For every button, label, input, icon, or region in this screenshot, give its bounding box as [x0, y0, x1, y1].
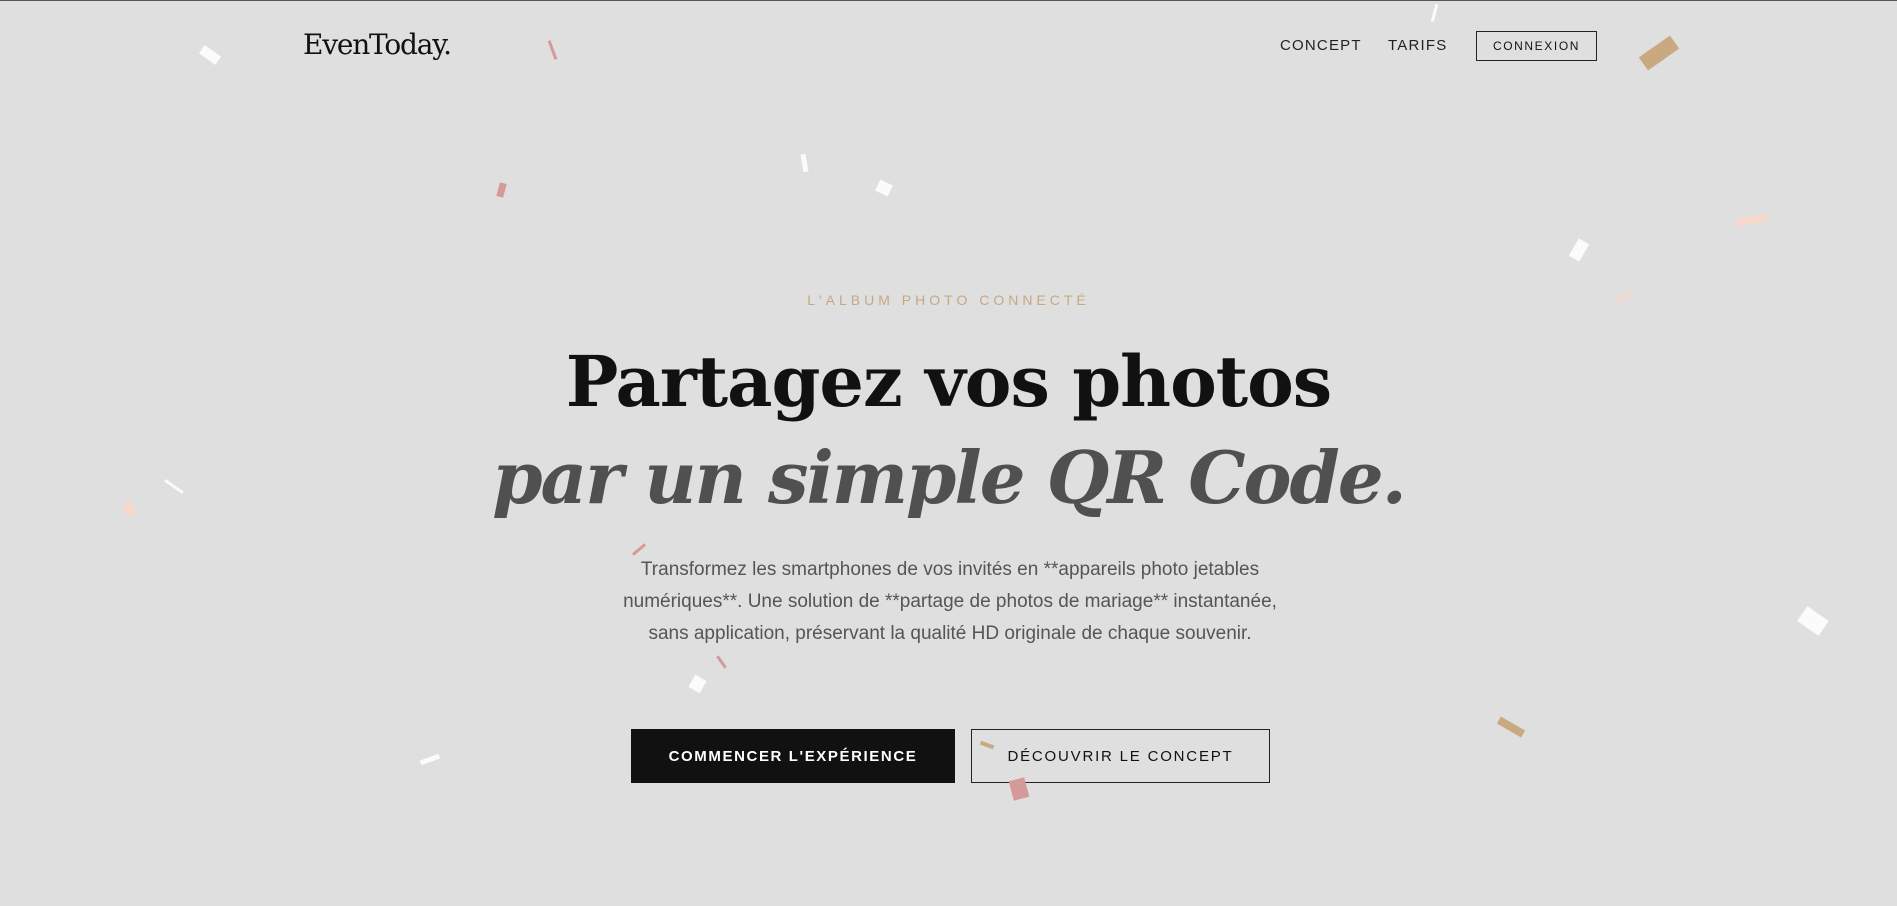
confetti-piece	[496, 182, 507, 198]
confetti-piece	[1496, 716, 1526, 738]
discover-concept-button[interactable]: DÉCOUVRIR LE CONCEPT	[971, 729, 1270, 783]
confetti-piece	[547, 40, 558, 60]
confetti-piece	[1638, 35, 1680, 71]
confetti-piece	[419, 753, 441, 766]
nav-link-tarifs[interactable]: TARIFS	[1388, 37, 1447, 54]
headline-line-1: Partagez vos photos	[565, 340, 1332, 423]
confetti-piece	[1735, 213, 1768, 227]
confetti-piece	[1568, 238, 1590, 262]
confetti-piece	[1430, 3, 1439, 23]
start-experience-button[interactable]: COMMENCER L'EXPÉRIENCE	[631, 729, 955, 783]
confetti-piece	[688, 674, 707, 694]
top-border	[0, 0, 1897, 1]
headline-line-2: par un simple QR Code.	[492, 435, 1407, 520]
hero-subtitle: Transformez les smartphones de vos invit…	[623, 559, 1277, 644]
nav-link-concept[interactable]: CONCEPT	[1280, 37, 1362, 54]
confetti-piece	[1797, 606, 1829, 636]
login-button[interactable]: CONNEXION	[1476, 31, 1597, 61]
confetti-piece	[198, 45, 222, 65]
brand-logo[interactable]: EvenToday.	[303, 28, 452, 61]
confetti-piece	[716, 655, 727, 669]
hero-eyebrow: L'ALBUM PHOTO CONNECTÉ	[807, 292, 1090, 308]
confetti-piece	[875, 179, 893, 197]
confetti-piece	[800, 153, 809, 173]
